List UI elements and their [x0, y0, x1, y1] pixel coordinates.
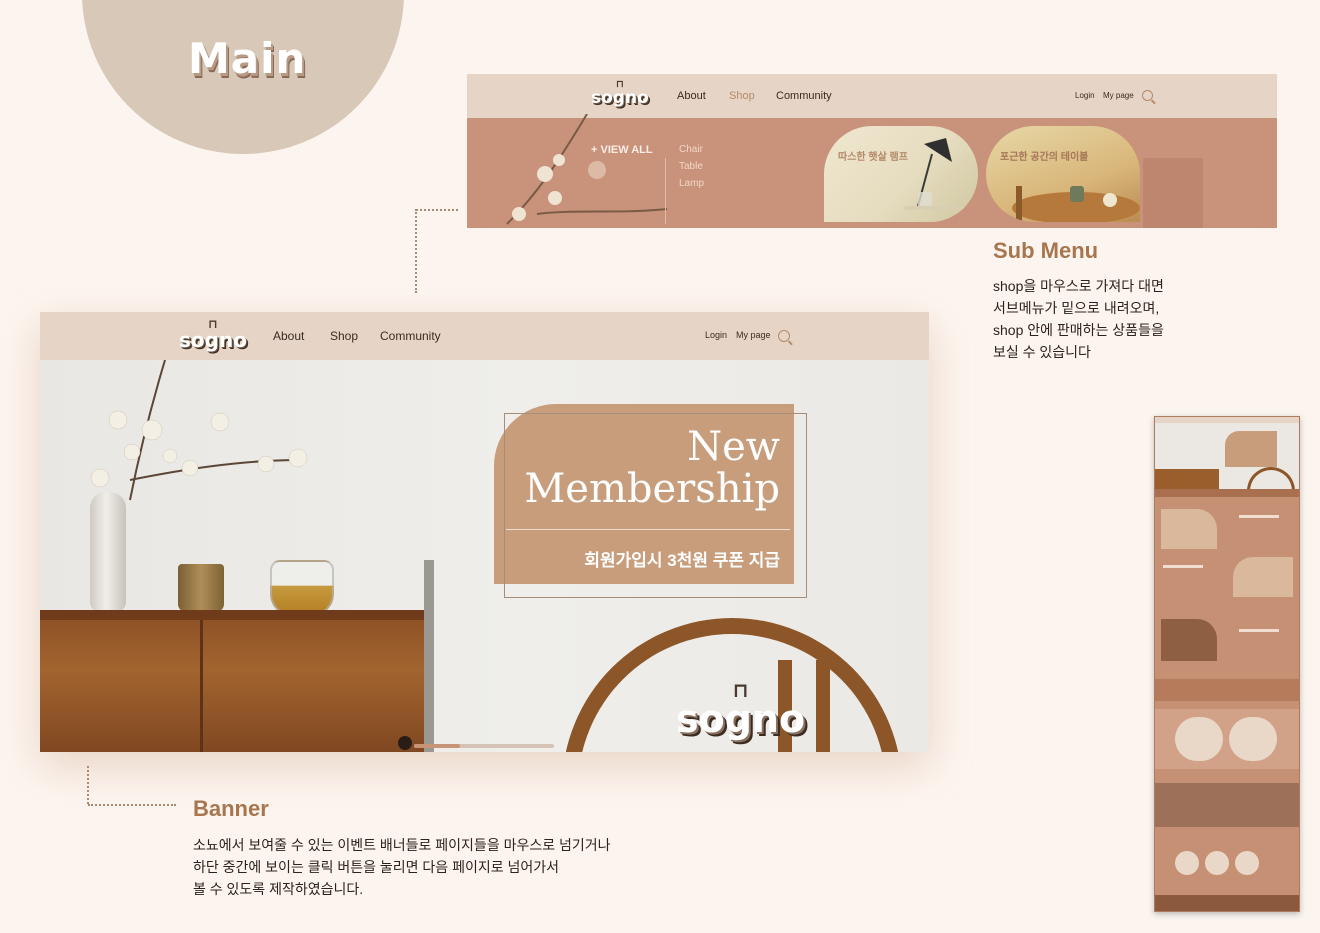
description-line: 볼 수 있도록 제작하였습니다. — [193, 881, 364, 897]
table-icon — [1012, 186, 1140, 222]
connector-line — [415, 209, 417, 293]
thumb-banner — [1155, 423, 1299, 495]
submenu-card-table[interactable]: 포근한 공간의 테이블 — [986, 126, 1140, 222]
thumb-categories — [1155, 837, 1299, 887]
cabinet-knob — [398, 736, 412, 750]
slider-pagination[interactable] — [414, 744, 554, 748]
chair-post — [816, 660, 830, 752]
search-icon[interactable] — [1142, 90, 1153, 101]
main-nav-bar: ⊓ sogno About Shop Community Login My pa… — [40, 312, 929, 360]
mypage-link[interactable]: My page — [736, 330, 771, 340]
connector-line — [87, 766, 89, 804]
flower-branch-icon — [90, 360, 308, 501]
brand-logo[interactable]: ⊓ sogno — [179, 318, 247, 350]
connector-line — [88, 804, 176, 806]
cabinet-split — [200, 620, 203, 752]
promo-title-line: Membership — [524, 466, 780, 512]
nav-community-link[interactable]: Community — [776, 90, 832, 102]
nav-about-link[interactable]: About — [677, 90, 706, 102]
login-link[interactable]: Login — [705, 330, 727, 340]
logo-text: sogno — [179, 328, 247, 352]
connector-line — [416, 209, 458, 211]
thumb-footer — [1155, 895, 1299, 911]
banner-logo: ⊓ sogno — [676, 680, 805, 738]
logo-text: sogno — [591, 88, 649, 108]
branch-icon — [506, 114, 668, 225]
submenu-item-lamp[interactable]: Lamp — [679, 178, 704, 189]
nav-about-link[interactable]: About — [273, 329, 304, 343]
description-line: shop을 마우스로 가져다 대면 — [993, 278, 1164, 294]
cabinet-top — [40, 610, 434, 620]
section-title: Main — [188, 34, 307, 83]
divider — [665, 158, 666, 224]
logo-text: sogno — [676, 697, 806, 741]
description-line: 서브메뉴가 밑으로 내려오며, — [993, 300, 1160, 316]
main-banner-preview: ⊓ sogno About Shop Community Login My pa… — [40, 312, 929, 752]
cabinet — [40, 610, 434, 752]
description-line: 소뇨에서 보여줄 수 있는 이벤트 배너들로 페이지들을 마우스로 넘기거나 — [193, 837, 611, 853]
thumb-product-row — [1155, 509, 1299, 549]
thumb-event-strip — [1155, 679, 1299, 701]
mypage-link[interactable]: My page — [1103, 91, 1134, 100]
submenu-description: shop을 마우스로 가져다 대면 서브메뉴가 밑으로 내려오며, shop 안… — [993, 275, 1164, 363]
tea-pot — [270, 560, 334, 616]
description-line: 보실 수 있습니다 — [993, 344, 1091, 360]
submenu-item-chair[interactable]: Chair — [679, 144, 703, 155]
promo-title: New Membership — [494, 426, 780, 510]
lamp-icon — [904, 138, 964, 210]
decor-block — [1143, 158, 1203, 228]
full-page-thumbnail — [1154, 416, 1300, 912]
login-link[interactable]: Login — [1075, 91, 1095, 100]
cup — [178, 564, 224, 612]
description-line: shop 안에 판매하는 상품들을 — [993, 322, 1164, 338]
description-line: 하단 중간에 보이는 클릭 버튼을 눌리면 다음 페이지로 넘어가서 — [193, 859, 559, 875]
thumb-gallery — [1155, 709, 1299, 769]
shelf-rack — [424, 560, 434, 752]
thumb-product-row — [1155, 619, 1299, 661]
thumb-divider — [1155, 489, 1299, 497]
submenu-item-table[interactable]: Table — [679, 161, 703, 172]
promo-subtitle: 회원가입시 3천원 쿠폰 지급 — [584, 551, 780, 570]
submenu-card-lamp[interactable]: 따스한 햇살 램프 — [824, 126, 978, 222]
thumb-product-row — [1155, 557, 1299, 597]
submenu-heading: Sub Menu — [993, 238, 1099, 263]
thumb-quote — [1155, 783, 1299, 827]
submenu-nav-bar: ⊓ sogno About Shop Community Login My pa… — [467, 74, 1277, 118]
nav-shop-link[interactable]: Shop — [729, 90, 755, 102]
view-all-link[interactable]: + VIEW ALL — [591, 144, 653, 156]
search-icon[interactable] — [778, 330, 790, 342]
vase — [90, 492, 126, 612]
banner-description: 소뇨에서 보여줄 수 있는 이벤트 배너들로 페이지들을 마우스로 넘기거나 하… — [193, 834, 611, 900]
nav-community-link[interactable]: Community — [380, 329, 441, 343]
submenu-preview: ⊓ sogno About Shop Community Login My pa… — [467, 74, 1277, 228]
slider-active-indicator[interactable] — [414, 744, 460, 748]
nav-shop-link[interactable]: Shop — [330, 329, 358, 343]
promo-title-line: New — [687, 424, 780, 470]
brand-logo[interactable]: ⊓ sogno — [591, 80, 649, 107]
promo-divider — [506, 529, 790, 530]
banner-heading: Banner — [193, 796, 269, 821]
